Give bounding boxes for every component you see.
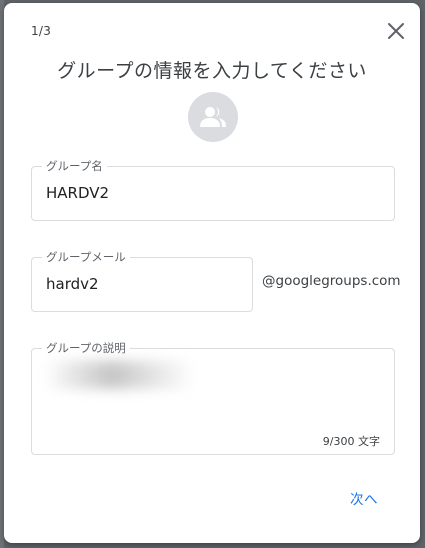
blurred-description-text — [44, 361, 194, 389]
next-button[interactable]: 次へ — [350, 488, 378, 508]
group-name-field[interactable]: グループ名 HARDV2 — [31, 158, 395, 221]
group-email-value: hardv2 — [46, 275, 99, 293]
create-group-dialog: 1/3 グループの情報を入力してください グループ名 HARDV2 グループメー… — [4, 3, 420, 543]
close-button[interactable] — [384, 19, 408, 43]
step-indicator: 1/3 — [31, 24, 52, 38]
close-icon — [388, 23, 404, 39]
group-email-label: グループメール — [42, 249, 130, 265]
group-name-value: HARDV2 — [46, 184, 110, 202]
group-description-label: グループの説明 — [42, 340, 130, 356]
group-avatar — [188, 92, 238, 142]
group-email-field[interactable]: グループメール hardv2 — [31, 249, 253, 312]
dialog-title: グループの情報を入力してください — [57, 60, 367, 82]
group-icon — [200, 107, 226, 127]
group-name-label: グループ名 — [42, 158, 107, 174]
email-domain-suffix: @googlegroups.com — [262, 273, 401, 289]
group-description-field[interactable]: グループの説明 9/300 文字 — [31, 340, 395, 455]
character-counter: 9/300 文字 — [322, 435, 380, 448]
